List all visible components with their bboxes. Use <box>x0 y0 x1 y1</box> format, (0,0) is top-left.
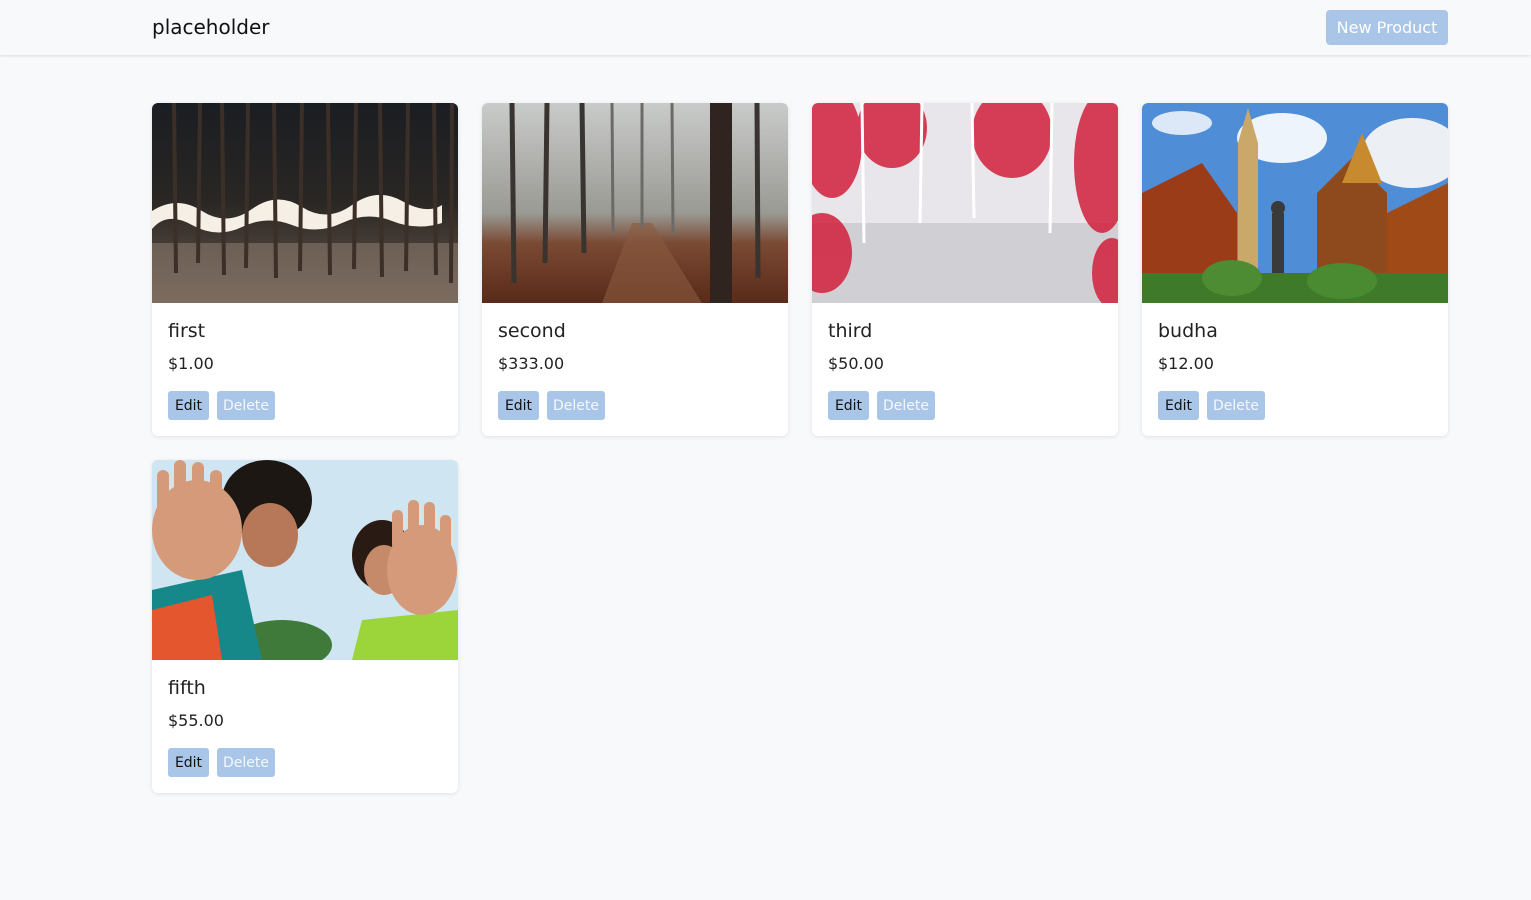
product-price: $50.00 <box>828 354 884 373</box>
product-title: third <box>828 320 873 342</box>
delete-button[interactable]: Delete <box>877 391 935 420</box>
navbar: placeholder New Product <box>0 0 1531 55</box>
product-price: $1.00 <box>168 354 214 373</box>
product-title: fifth <box>168 677 206 699</box>
edit-button[interactable]: Edit <box>168 391 209 420</box>
product-image <box>1142 103 1448 303</box>
product-title: second <box>498 320 566 342</box>
product-image <box>812 103 1118 303</box>
product-image <box>152 460 458 660</box>
delete-button[interactable]: Delete <box>217 748 275 777</box>
edit-button[interactable]: Edit <box>1158 391 1199 420</box>
product-price: $12.00 <box>1158 354 1214 373</box>
product-card: budha $12.00 Edit Delete <box>1142 103 1448 436</box>
product-card: second $333.00 Edit Delete <box>482 103 788 436</box>
product-title: first <box>168 320 206 342</box>
product-image <box>152 103 458 303</box>
brand-title[interactable]: placeholder <box>152 15 270 39</box>
product-price: $55.00 <box>168 711 224 730</box>
product-card: first $1.00 Edit Delete <box>152 103 458 436</box>
product-card: third $50.00 Edit Delete <box>812 103 1118 436</box>
delete-button[interactable]: Delete <box>1207 391 1265 420</box>
edit-button[interactable]: Edit <box>828 391 869 420</box>
delete-button[interactable]: Delete <box>547 391 605 420</box>
edit-button[interactable]: Edit <box>498 391 539 420</box>
new-product-button[interactable]: New Product <box>1326 10 1448 45</box>
delete-button[interactable]: Delete <box>217 391 275 420</box>
product-price: $333.00 <box>498 354 565 373</box>
edit-button[interactable]: Edit <box>168 748 209 777</box>
product-image <box>482 103 788 303</box>
product-title: budha <box>1158 320 1218 342</box>
product-card: fifth $55.00 Edit Delete <box>152 460 458 793</box>
